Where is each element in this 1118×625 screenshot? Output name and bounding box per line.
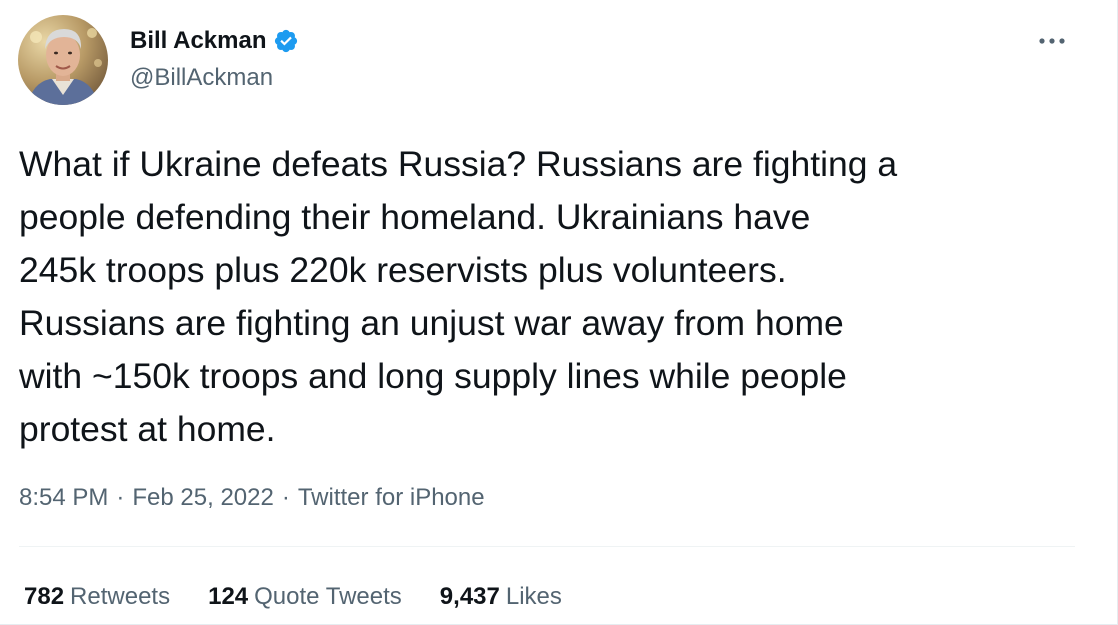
tweet-time[interactable]: 8:54 PM <box>19 484 108 512</box>
likes-stat[interactable]: 9,437 Likes <box>440 583 562 611</box>
avatar-image <box>18 15 108 105</box>
likes-count: 9,437 <box>439 583 500 610</box>
meta-separator: · <box>116 484 125 511</box>
tweet-meta: 8:54 PM · Feb 25, 2022 · Twitter for iPh… <box>19 481 485 515</box>
tweet-text: What if Ukraine defeats Russia? Russians… <box>19 144 898 449</box>
retweets-count: 782 <box>24 583 65 610</box>
avatar[interactable] <box>18 15 108 105</box>
author-display-name[interactable]: Bill Ackman <box>130 27 267 55</box>
likes-label: Likes <box>505 583 562 610</box>
meta-separator: · <box>281 484 290 511</box>
retweets-stat[interactable]: 782 Retweets <box>24 583 170 611</box>
tweet-source[interactable]: Twitter for iPhone <box>298 484 485 512</box>
tweet-card: Bill Ackman @BillAckman What if Ukraine … <box>0 0 1118 625</box>
author-handle[interactable]: @BillAckman <box>130 64 273 92</box>
quote-tweets-label: Quote Tweets <box>254 583 402 610</box>
divider <box>19 546 1075 547</box>
author-name-row: Bill Ackman <box>130 24 299 58</box>
tweet-date[interactable]: Feb 25, 2022 <box>132 484 273 512</box>
engagement-stats: 782 Retweets 124 Quote Tweets 9,437 Like… <box>24 580 600 614</box>
quote-tweets-count: 124 <box>208 583 249 610</box>
retweets-label: Retweets <box>70 583 171 610</box>
quote-tweets-stat[interactable]: 124 Quote Tweets <box>208 583 402 611</box>
more-options-icon[interactable] <box>1032 26 1072 56</box>
verified-badge-icon <box>273 28 299 54</box>
